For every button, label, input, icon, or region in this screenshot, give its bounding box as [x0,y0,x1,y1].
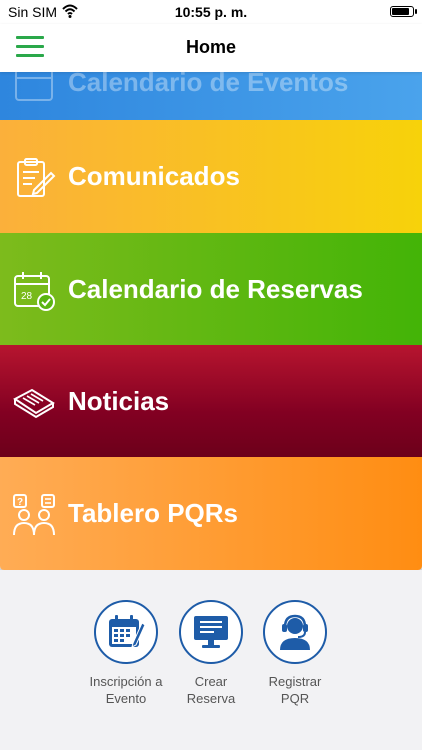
clipboard-icon [17,158,56,197]
svg-text:28: 28 [21,291,33,302]
battery-icon [390,6,417,17]
shortcut-bar: Inscripción a Evento Crear Reserva Regis… [0,600,422,730]
tile-calendario-reservas[interactable]: 28 Calendario de Reservas [0,233,422,346]
shortcut-caption: Crear Reserva [186,674,236,706]
tile-label: Tablero PQRs [68,498,239,528]
calendar-check-icon: 28 [14,272,55,311]
newspaper-icon [13,388,55,419]
shortcut-circle [263,600,327,664]
shortcut-circle [94,600,158,664]
clock: 10:55 p. m. [174,4,248,20]
crear-reserva-button[interactable]: Crear Reserva [163,600,259,707]
status-bar: Sin SIM 10:55 p. m. [0,0,422,24]
page-title: Home [185,37,236,57]
inscripcion-evento-button[interactable]: Inscripción a Evento [78,600,174,707]
headset-user-icon [280,614,310,650]
shortcut-caption: Inscripción a Evento [89,674,163,706]
tile-noticias[interactable]: Noticias [0,345,422,458]
shortcut-circle [179,600,243,664]
calendar-pencil-icon [109,615,145,648]
tile-label: Calendario de Reservas [68,274,363,304]
registrar-pqr-button[interactable]: Registrar PQR [247,600,343,707]
tile-comunicados[interactable]: Comunicados [0,120,422,233]
module-list: Calendario de Eventos Comunicados 28 Cal… [0,72,422,570]
tile-label: Comunicados [68,161,240,191]
svg-text:?: ? [17,497,23,508]
people-question-icon: ? [13,494,55,536]
monitor-icon [194,616,228,648]
tile-tablero-pqrs[interactable]: ? Tablero PQRs [0,457,422,570]
shortcut-caption: Registrar PQR [268,674,322,706]
calendar-icon [15,72,53,101]
tile-label: Noticias [68,386,170,416]
hamburger-menu-icon[interactable] [16,36,44,58]
nav-bar: Home [0,24,422,72]
